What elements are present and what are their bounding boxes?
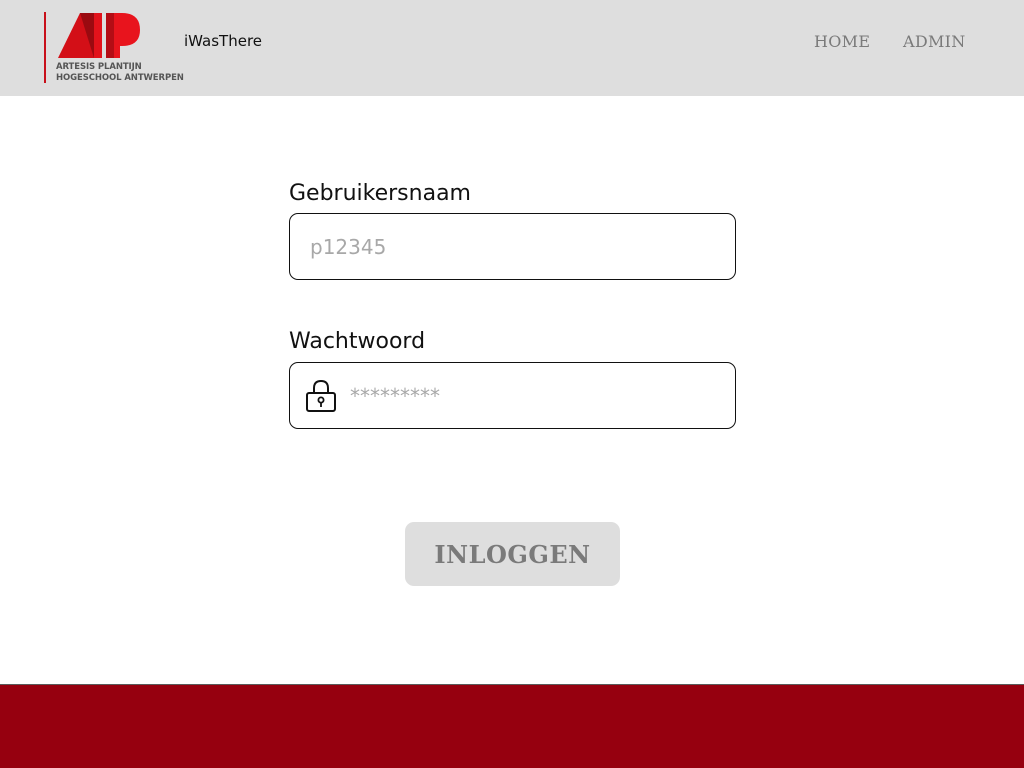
logo-line-2: HOGESCHOOL ANTWERPEN (56, 73, 184, 83)
username-input[interactable] (310, 214, 720, 279)
logo-divider (44, 12, 46, 83)
username-field[interactable] (289, 213, 736, 280)
nav-admin-link[interactable]: ADMIN (903, 32, 966, 51)
lock-icon (306, 379, 336, 412)
app-title: iWasThere (184, 32, 263, 50)
ap-logo-mark (58, 13, 140, 58)
logo-text: ARTESIS PLANTIJN HOGESCHOOL ANTWERPEN (56, 62, 184, 84)
logo-line-1: ARTESIS PLANTIJN (56, 62, 142, 72)
login-button[interactable]: INLOGGEN (405, 522, 620, 586)
nav-home-link[interactable]: HOME (814, 32, 870, 51)
password-input[interactable] (350, 363, 720, 428)
footer (0, 684, 1024, 768)
password-field[interactable] (289, 362, 736, 429)
username-label: Gebruikersnaam (289, 181, 471, 206)
header: ARTESIS PLANTIJN HOGESCHOOL ANTWERPEN iW… (0, 0, 1024, 96)
ap-logo[interactable]: ARTESIS PLANTIJN HOGESCHOOL ANTWERPEN (44, 12, 186, 84)
password-label: Wachtwoord (289, 329, 426, 354)
